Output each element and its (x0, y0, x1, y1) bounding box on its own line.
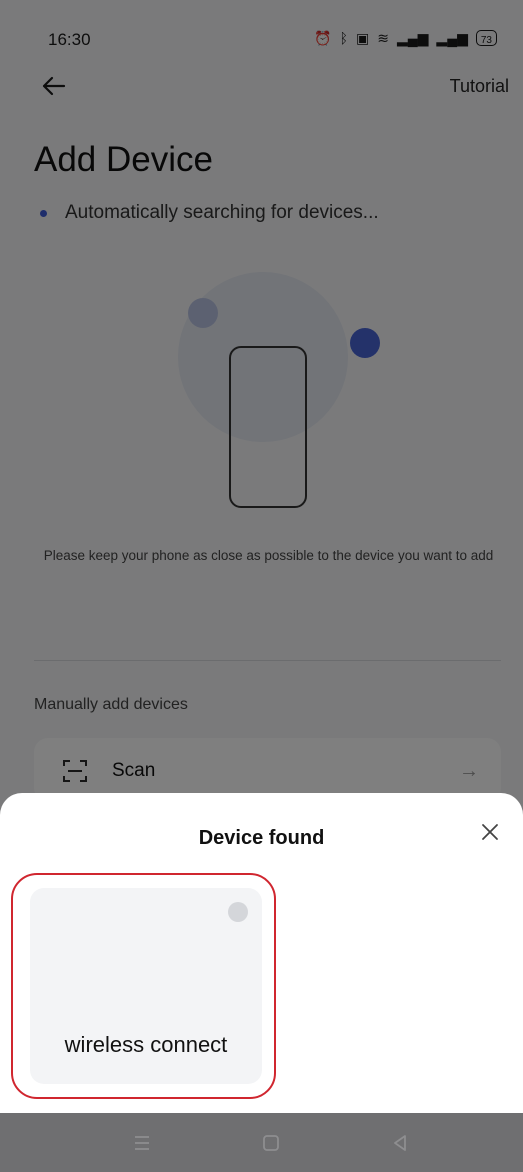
menu-icon[interactable] (130, 1131, 154, 1155)
home-square-icon[interactable] (259, 1131, 283, 1155)
device-status-icon (228, 902, 248, 922)
device-card[interactable]: wireless connect (30, 888, 262, 1084)
device-found-sheet: Device found wireless connect (0, 793, 523, 1113)
device-card-label: wireless connect (64, 1032, 228, 1057)
screen: 16:30 ⏰ ᛒ ▣ ≋ ▂▄▆ ▂▄▆ 73 Tutorial Add De… (0, 0, 523, 1172)
sheet-title: Device found (198, 827, 325, 849)
system-nav-bar (0, 1113, 523, 1172)
close-icon[interactable] (477, 819, 503, 845)
back-triangle-icon[interactable] (388, 1131, 412, 1155)
